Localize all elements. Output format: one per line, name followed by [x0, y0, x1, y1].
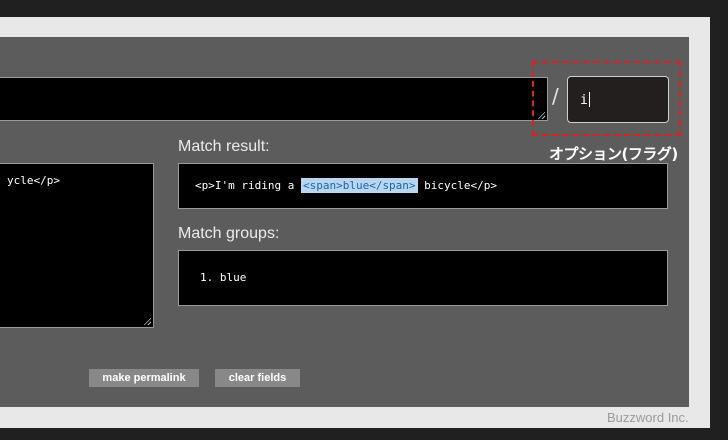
match-result-label: Match result: — [178, 138, 270, 155]
match-groups-box: 1. blue — [178, 250, 668, 306]
annotation-caption: オプション(フラグ) — [549, 145, 678, 163]
make-permalink-button[interactable]: make permalink — [89, 369, 199, 387]
match-group-item: 1. blue — [200, 271, 247, 284]
match-result-line: <p>I'm riding a <span>blue</span> bicycl… — [195, 178, 498, 193]
test-string-input[interactable]: ycle</p> — [0, 163, 154, 328]
match-result-box: <p>I'm riding a <span>blue</span> bicycl… — [178, 163, 668, 209]
resize-grip-icon[interactable] — [143, 317, 151, 325]
match-highlight: <span>blue</span> — [300, 178, 418, 193]
clear-fields-button[interactable]: clear fields — [215, 369, 300, 387]
brand-watermark: Buzzword Inc. — [607, 410, 689, 425]
annotation-highlight-box — [532, 61, 681, 136]
regex-input[interactable] — [0, 77, 548, 121]
match-groups-label: Match groups: — [178, 225, 280, 242]
match-text-before: <p>I'm riding a — [195, 179, 301, 192]
match-text-after: bicycle</p> — [417, 179, 498, 192]
test-string-text: ycle</p> — [7, 174, 60, 187]
